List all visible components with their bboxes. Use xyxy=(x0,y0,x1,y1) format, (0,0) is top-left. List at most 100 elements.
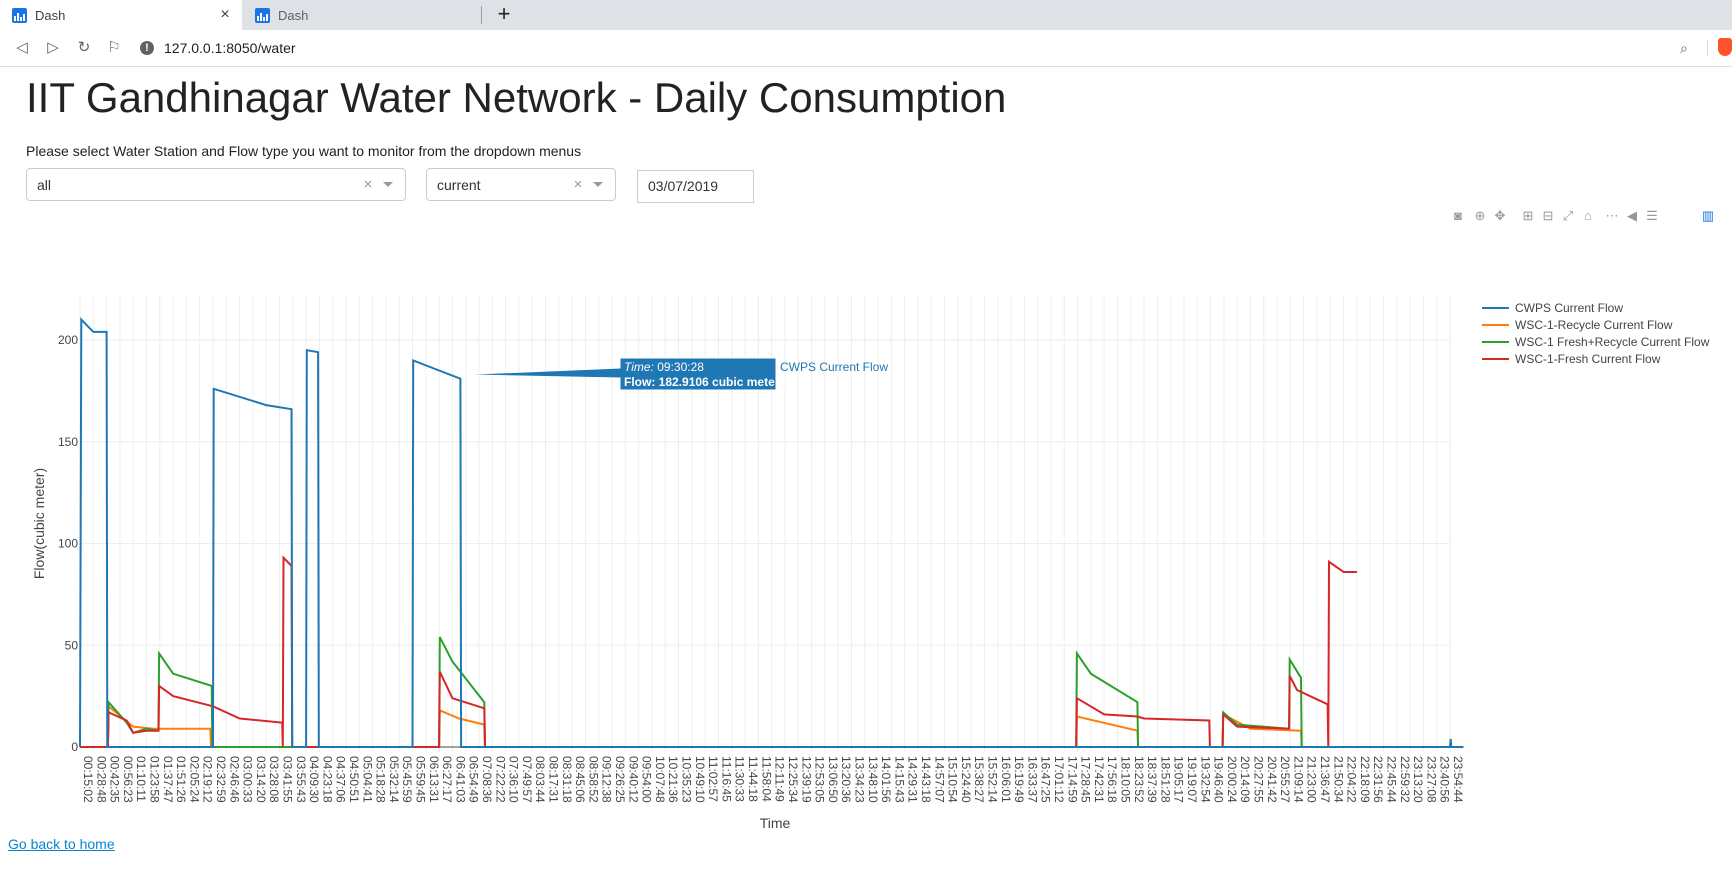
hover-compare-icon[interactable]: ☰ xyxy=(1644,208,1660,224)
x-tick-label: 06:41:03 xyxy=(453,756,467,803)
x-tick-label: 06:54:49 xyxy=(467,756,481,803)
flow-chart: 0 50 100 150 200 00:15:02 00:28:48 00:42:35 00:5… xyxy=(31,295,1710,830)
x-tick-label: 10:07:48 xyxy=(653,756,667,803)
x-axis-title: Time xyxy=(760,815,791,830)
back-arrow-icon[interactable]: ◁ xyxy=(12,38,32,58)
x-tick-label: 15:52:14 xyxy=(985,756,999,803)
autoscale-icon[interactable]: ⤢ xyxy=(1560,208,1576,224)
clear-icon[interactable]: × xyxy=(571,176,585,193)
x-tick-label: 18:10:05 xyxy=(1118,756,1132,803)
x-tick-label: 22:45:44 xyxy=(1384,756,1398,803)
x-tick-label: 23:54:44 xyxy=(1451,756,1465,803)
plotly-logo-icon[interactable]: ▥ xyxy=(1700,208,1716,224)
tab-divider xyxy=(481,6,482,24)
x-tick-label: 10:35:23 xyxy=(680,756,694,803)
x-tick-label: 22:31:56 xyxy=(1371,756,1385,803)
chevron-down-icon[interactable] xyxy=(383,182,393,187)
y-tick-label: 150 xyxy=(58,435,78,449)
x-tick-label: 01:10:11 xyxy=(134,756,148,802)
x-tick-label: 07:08:36 xyxy=(480,756,494,803)
site-info-icon[interactable]: ! xyxy=(140,41,154,55)
x-tick-label: 17:28:45 xyxy=(1079,756,1093,803)
x-tick-label: 04:37:06 xyxy=(334,756,348,803)
toolbar-divider xyxy=(1707,40,1708,56)
y-axis-title: Flow(cubic meter) xyxy=(31,468,47,579)
x-tick-label: 16:19:49 xyxy=(1012,756,1026,803)
x-tick-label: 07:36:10 xyxy=(507,756,521,803)
x-tick-label: 00:15:02 xyxy=(81,756,95,803)
x-tick-label: 22:18:09 xyxy=(1358,756,1372,803)
station-dropdown[interactable]: all × xyxy=(26,168,406,201)
x-tick-label: 19:46:40 xyxy=(1212,756,1226,803)
flow-dropdown-value: current xyxy=(437,176,481,193)
x-tick-label: 21:09:14 xyxy=(1291,756,1305,803)
camera-icon[interactable]: ◙ xyxy=(1450,208,1466,224)
x-tick-label: 12:11:49 xyxy=(773,756,787,802)
reload-icon[interactable]: ↻ xyxy=(74,38,94,58)
date-picker-input[interactable]: 03/07/2019 xyxy=(637,170,754,203)
x-tick-label: 21:36:47 xyxy=(1318,756,1332,803)
clear-icon[interactable]: × xyxy=(361,176,375,193)
x-tick-label: 01:37:47 xyxy=(161,756,175,803)
tab-title: Dash xyxy=(278,7,309,23)
zoom-out-icon[interactable]: ⊟ xyxy=(1540,208,1556,224)
forward-arrow-icon[interactable]: ▷ xyxy=(43,38,63,58)
x-tick-label: 00:42:35 xyxy=(108,756,122,803)
bookmark-icon[interactable]: ⚐ xyxy=(104,38,124,58)
x-tick-label: 16:06:01 xyxy=(999,756,1013,803)
page-title: IIT Gandhinagar Water Network - Daily Co… xyxy=(26,74,1007,121)
x-tick-label: 09:26:25 xyxy=(613,756,627,803)
x-tick-label: 18:23:52 xyxy=(1132,756,1146,803)
x-tick-label: 01:23:58 xyxy=(148,756,162,803)
x-tick-label: 15:24:40 xyxy=(959,756,973,803)
x-tick-label: 16:33:37 xyxy=(1025,756,1039,803)
x-tick-label: 06:27:17 xyxy=(440,756,454,803)
x-tick-label: 14:29:31 xyxy=(906,756,920,803)
tab-dash-active[interactable]: Dash × xyxy=(0,0,242,30)
x-tick-label: 20:55:27 xyxy=(1278,756,1292,803)
x-tick-label: 19:19:07 xyxy=(1185,756,1199,803)
home-icon[interactable]: ⌂ xyxy=(1580,208,1596,224)
address-bar[interactable]: ! 127.0.0.1:8050/water xyxy=(140,34,1710,62)
url-text: 127.0.0.1:8050/water xyxy=(164,40,296,56)
tab-title: Dash xyxy=(35,7,66,23)
x-tick-label: 13:06:50 xyxy=(826,756,840,803)
x-tick-label: 17:56:18 xyxy=(1105,756,1119,803)
x-tick-label: 14:57:07 xyxy=(932,756,946,803)
x-tick-label: 05:45:59 xyxy=(400,756,414,803)
x-tick-label: 23:40:56 xyxy=(1438,756,1452,803)
spike-lines-icon[interactable]: ⋯ xyxy=(1604,208,1620,224)
dash-favicon-icon xyxy=(12,7,27,23)
x-tick-label: 03:41:55 xyxy=(281,756,295,803)
x-tick-label: 13:20:36 xyxy=(839,756,853,803)
x-tick-label: 16:47:25 xyxy=(1039,756,1053,803)
zoom-icon[interactable]: ⌕ xyxy=(1680,40,1688,57)
legend-item-label: CWPS Current Flow xyxy=(1515,301,1623,315)
x-tick-label: 01:51:26 xyxy=(174,756,188,803)
legend-item-label: WSC-1-Recycle Current Flow xyxy=(1515,318,1673,332)
x-tick-label: 06:13:31 xyxy=(427,756,441,803)
browser-tab-bar: Dash × Dash + xyxy=(0,0,1732,30)
x-tick-label: 03:14:20 xyxy=(254,756,268,803)
zoom-in-icon[interactable]: ⊞ xyxy=(1520,208,1536,224)
hover-closest-icon[interactable]: ◀ xyxy=(1624,208,1640,224)
x-tick-label: 18:37:39 xyxy=(1145,756,1159,803)
close-tab-icon[interactable]: × xyxy=(216,6,234,24)
new-tab-icon[interactable]: + xyxy=(492,3,516,27)
station-dropdown-value: all xyxy=(37,176,52,193)
tooltip-series-name: CWPS Current Flow xyxy=(780,360,888,374)
flow-type-dropdown[interactable]: current × xyxy=(426,168,616,201)
zoom-icon[interactable]: ⊕ xyxy=(1472,208,1488,224)
x-tick-label: 20:00:24 xyxy=(1225,756,1239,803)
y-tick-label: 100 xyxy=(58,537,78,551)
x-tick-label: 10:49:10 xyxy=(693,756,707,803)
x-tick-label: 05:04:41 xyxy=(360,756,374,803)
pan-icon[interactable]: ✥ xyxy=(1492,208,1508,224)
back-to-home-link[interactable]: Go back to home xyxy=(8,836,115,852)
x-tick-label: 09:40:12 xyxy=(626,756,640,803)
x-tick-label: 17:42:31 xyxy=(1092,756,1106,803)
tab-dash-inactive[interactable]: Dash xyxy=(243,0,481,30)
chevron-down-icon[interactable] xyxy=(593,182,603,187)
brave-shield-icon[interactable] xyxy=(1718,38,1732,56)
x-tick-label: 20:14:09 xyxy=(1238,756,1252,803)
